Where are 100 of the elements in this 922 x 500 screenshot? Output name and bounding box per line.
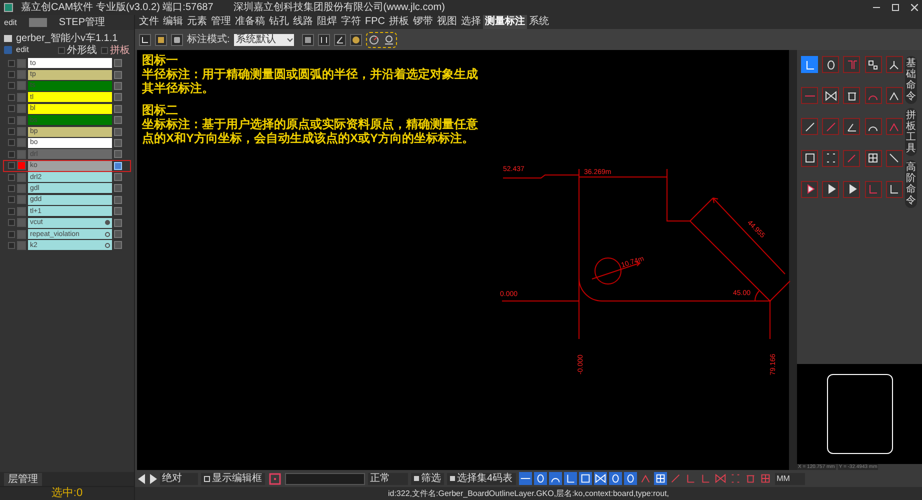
checkbox[interactable] [58,46,65,54]
layer-swatch[interactable] [17,240,26,250]
layer-manager-tab[interactable]: 层管理 [4,473,42,486]
step-manager-tab[interactable]: STEP管理 [58,15,106,30]
square-icon[interactable] [302,34,314,46]
angle-icon[interactable] [334,34,346,46]
layer-swatch[interactable] [17,195,26,204]
layer-checkbox[interactable] [8,230,15,238]
layer-swatch[interactable] [17,92,26,102]
layer-checkbox[interactable] [8,184,15,192]
target-frame-icon[interactable] [268,472,282,486]
tool-button[interactable] [801,150,818,167]
tool-button[interactable] [822,87,840,104]
layer-swatch[interactable] [17,138,26,148]
tool-button[interactable] [843,118,860,136]
tool-button[interactable] [864,118,882,136]
step-dropdown[interactable] [28,18,47,27]
layer-checkbox[interactable] [8,150,15,158]
unit-select[interactable]: MM [774,472,805,484]
layer-checkbox[interactable] [8,162,15,170]
layer-swatch[interactable] [17,70,26,80]
tool-button[interactable] [886,56,903,73]
maximize-icon[interactable] [892,4,899,11]
tool-button[interactable] [801,118,818,136]
next-icon[interactable] [149,474,157,484]
menu-tab[interactable]: 准备稿 [233,15,267,29]
menu-tab[interactable]: 测量标注 [483,15,527,29]
checkbox[interactable] [101,46,108,54]
ring-icon[interactable] [534,472,547,485]
layer-swatch[interactable] [17,161,26,170]
minimap[interactable] [797,364,922,464]
menu-tab[interactable]: 文件 [137,15,161,29]
layer-swatch[interactable] [17,184,26,193]
menu-tab[interactable]: 编辑 [161,15,185,29]
layer-swatch[interactable] [17,127,26,136]
layer-swatch[interactable] [17,172,26,182]
radius-icon[interactable] [368,34,380,46]
menu-tab[interactable]: 阻焊 [315,15,339,29]
bracket-icon[interactable] [318,34,330,46]
layer-checkbox[interactable] [8,128,15,136]
menu-tab[interactable]: 字符 [339,15,363,29]
selection-set-button[interactable]: 选择集4码表 [447,472,516,484]
menu-tab[interactable]: 视图 [435,15,459,29]
tool-button[interactable] [864,56,882,73]
tool-button[interactable] [822,180,840,198]
menu-tab[interactable]: 拼板 [387,15,411,29]
layer-swatch[interactable] [17,116,26,125]
previous-icon[interactable] [138,474,146,484]
side-tab[interactable]: 拼板工具 [905,108,917,156]
layer-checkbox[interactable] [8,174,15,181]
layer-checkbox[interactable] [8,71,15,78]
side-tab[interactable]: 高阶命令 [905,160,917,208]
menu-tab[interactable]: FPC [363,15,387,29]
camera-icon[interactable] [171,34,183,46]
layer-checkbox[interactable] [8,219,15,226]
job-name[interactable]: gerber_智能小v车1.1.1 [16,30,118,46]
ring-icon[interactable] [624,472,637,485]
layer-swatch[interactable] [17,150,26,159]
ring-icon[interactable] [608,472,622,485]
layer-checkbox[interactable] [8,196,15,204]
tool-button[interactable] [843,87,860,104]
layer-checkbox[interactable] [8,208,15,215]
layer-checkbox[interactable] [8,82,15,90]
layer-swatch[interactable] [17,206,26,216]
tool-button[interactable] [864,150,882,167]
menu-tab[interactable]: 元素 [185,15,209,29]
tool-button[interactable] [886,87,903,104]
layer-swatch[interactable] [17,218,26,228]
layer-checkbox[interactable] [8,139,15,146]
tool-button[interactable] [886,150,903,167]
mode-select[interactable]: 系统默认 [234,34,294,46]
menu-tab[interactable]: 锣带 [411,15,435,29]
coordinate-icon[interactable] [382,34,395,46]
menu-tab[interactable]: 系统 [527,15,551,29]
tool-button[interactable] [886,180,903,198]
tool-button[interactable] [843,180,860,198]
filter-button[interactable]: 筛选 [411,472,444,484]
layer-swatch[interactable] [17,81,26,90]
layer-checkbox[interactable] [8,105,15,112]
layer-checkbox[interactable] [8,60,15,67]
tool-button[interactable] [822,56,840,73]
coordinate-mode-select[interactable]: 绝对 [160,472,198,484]
tool-button[interactable] [801,180,818,198]
tool-button[interactable] [822,150,840,167]
menu-tab[interactable]: 钻孔 [267,15,291,29]
layer-swatch[interactable] [17,58,26,68]
side-tab[interactable]: 基础命令 [905,56,917,104]
save-icon[interactable] [155,34,167,46]
menu-tab[interactable]: 管理 [209,15,233,29]
draw-mode-select[interactable]: 正常 [368,472,408,484]
grid-icon[interactable] [654,472,667,485]
menu-tab[interactable]: 选择 [459,15,483,29]
layer-checkbox[interactable] [8,94,15,101]
corner-icon[interactable] [564,472,577,485]
layer-swatch[interactable] [17,104,26,114]
value-field[interactable] [285,472,365,484]
layer-checkbox[interactable] [8,116,15,124]
grid-icon[interactable] [114,162,122,170]
disc-icon[interactable] [350,34,362,46]
layer-checkbox[interactable] [8,242,15,249]
